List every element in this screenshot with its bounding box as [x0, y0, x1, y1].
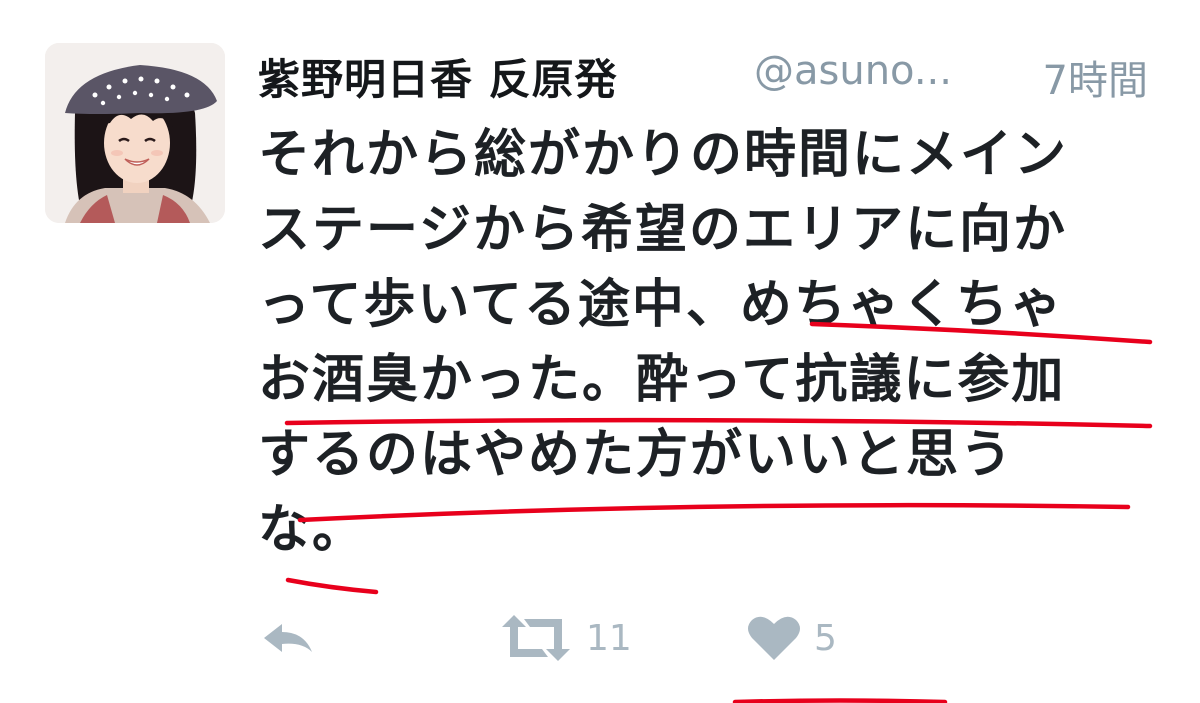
tweet-header: 紫野明日香 反原発 @asuno... 7時間	[258, 42, 1158, 112]
tweet-text-line: するのはやめた方がいいと思う	[258, 425, 1015, 485]
retweet-count: 11	[586, 617, 632, 659]
retweet-icon	[502, 615, 570, 661]
like-button[interactable]: 5	[746, 610, 837, 666]
avatar[interactable]	[45, 43, 225, 223]
display-name[interactable]: 紫野明日香 反原発	[258, 46, 618, 107]
tweet-text-line: って歩いてる途中、めちゃくちゃ	[258, 275, 1064, 335]
retweet-button[interactable]: 11	[498, 610, 632, 666]
tweet-text-line: お酒臭かった。酔って抗議に参加	[258, 350, 1066, 410]
reply-icon	[264, 624, 312, 652]
tweet-text: それから総がかりの時間にメイン ステージから希望のエリアに向か って歩いてる途中…	[258, 118, 1168, 568]
reply-button[interactable]	[258, 610, 318, 666]
tweet-text-line: な。	[258, 500, 367, 560]
heart-icon	[748, 616, 800, 660]
tweet-text-line: それから総がかりの時間にメイン	[258, 125, 1069, 185]
timestamp[interactable]: 7時間	[1043, 48, 1148, 106]
underline-5	[732, 698, 948, 703]
underline-4	[285, 577, 379, 595]
tweet-text-line: ステージから希望のエリアに向か	[258, 200, 1067, 260]
avatar-image	[45, 43, 225, 223]
tweet[interactable]: 紫野明日香 反原発 @asuno... 7時間 それから総がかりの時間にメイン …	[0, 0, 1200, 703]
user-handle[interactable]: @asuno...	[754, 48, 952, 94]
like-count: 5	[814, 617, 837, 659]
tweet-actions: 11 5	[258, 610, 958, 670]
